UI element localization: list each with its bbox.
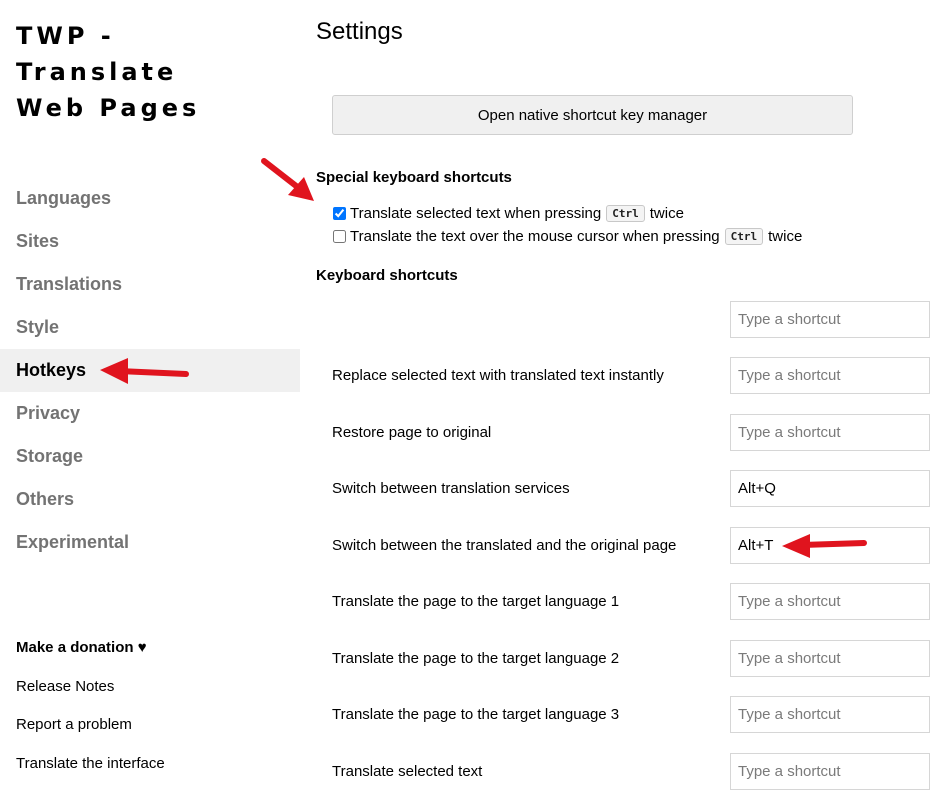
shortcut-input[interactable]	[730, 696, 930, 733]
ctrl-key-badge: Ctrl	[724, 228, 764, 245]
shortcut-row: Translate the page to the target languag…	[332, 583, 930, 620]
option-text: Translate selected text when pressing	[350, 205, 602, 222]
release-notes-link[interactable]: Release Notes	[16, 676, 296, 715]
shortcut-row: Restore page to original	[332, 414, 930, 451]
sidebar-item-sites[interactable]: Sites	[0, 220, 300, 263]
ctrl-key-badge: Ctrl	[606, 205, 645, 222]
shortcut-row: Switch between translation services	[332, 470, 930, 507]
shortcut-input[interactable]	[730, 640, 930, 677]
sidebar-item-hotkeys[interactable]: Hotkeys	[0, 349, 300, 392]
shortcut-label: Translate selected text	[332, 763, 483, 780]
sidebar-item-style[interactable]: Style	[0, 306, 300, 349]
sidebar-item-others[interactable]: Others	[0, 478, 300, 521]
shortcut-input[interactable]	[730, 527, 930, 564]
mouse-text-ctrl-checkbox[interactable]	[333, 230, 346, 243]
selected-text-ctrl-checkbox[interactable]	[333, 207, 346, 220]
native-shortcut-manager-button[interactable]: Open native shortcut key manager	[332, 95, 853, 135]
sidebar-footer: Make a donation ♥ Release Notes Report a…	[16, 637, 296, 792]
shortcut-input[interactable]	[730, 753, 930, 790]
donation-label: Make a donation	[16, 639, 134, 656]
special-option-mouse-text: Translate the text over the mouse cursor…	[332, 228, 802, 245]
sidebar-nav: Languages Sites Translations Style Hotke…	[0, 177, 300, 564]
shortcut-row: Translate the page to the target languag…	[332, 640, 930, 677]
translate-interface-link[interactable]: Translate the interface	[16, 753, 296, 792]
sidebar-item-experimental[interactable]: Experimental	[0, 521, 300, 564]
shortcut-label: Switch between the translated and the or…	[332, 537, 677, 554]
report-problem-link[interactable]: Report a problem	[16, 714, 296, 753]
sidebar-item-privacy[interactable]: Privacy	[0, 392, 300, 435]
shortcut-row	[332, 301, 930, 338]
app-title-line2: Web Pages	[16, 94, 201, 122]
option-text: Translate the text over the mouse cursor…	[350, 228, 720, 245]
shortcut-label: Switch between translation services	[332, 480, 570, 497]
shortcut-row: Replace selected text with translated te…	[332, 357, 930, 394]
shortcut-row: Switch between the translated and the or…	[332, 527, 930, 564]
shortcut-label: Translate the page to the target languag…	[332, 706, 620, 723]
shortcut-input[interactable]	[730, 583, 930, 620]
special-shortcuts-heading: Special keyboard shortcuts	[316, 169, 512, 186]
shortcut-input[interactable]	[730, 301, 930, 338]
sidebar-item-storage[interactable]: Storage	[0, 435, 300, 478]
sidebar-item-translations[interactable]: Translations	[0, 263, 300, 306]
shortcut-label: Restore page to original	[332, 424, 492, 441]
donation-link[interactable]: Make a donation ♥	[16, 637, 296, 676]
shortcut-row: Translate the page to the target languag…	[332, 696, 930, 733]
shortcut-input[interactable]	[730, 357, 930, 394]
option-text-after: twice	[768, 228, 803, 245]
shortcut-row: Translate selected text	[332, 753, 930, 790]
special-option-selected-text: Translate selected text when pressing Ct…	[332, 205, 684, 222]
heart-icon: ♥	[137, 639, 147, 656]
shortcut-label: Replace selected text with translated te…	[332, 367, 664, 384]
shortcut-input[interactable]	[730, 414, 930, 451]
option-text-after: twice	[649, 205, 684, 222]
shortcut-input[interactable]	[730, 470, 930, 507]
app-title-line1: TWP - Translate	[16, 22, 178, 86]
sidebar-item-languages[interactable]: Languages	[0, 177, 300, 220]
shortcut-label: Translate the page to the target languag…	[332, 650, 620, 667]
page-title: Settings	[316, 18, 403, 45]
keyboard-shortcuts-heading: Keyboard shortcuts	[316, 267, 458, 284]
app-title: TWP - Translate Web Pages	[16, 18, 286, 126]
shortcut-label: Translate the page to the target languag…	[332, 593, 620, 610]
